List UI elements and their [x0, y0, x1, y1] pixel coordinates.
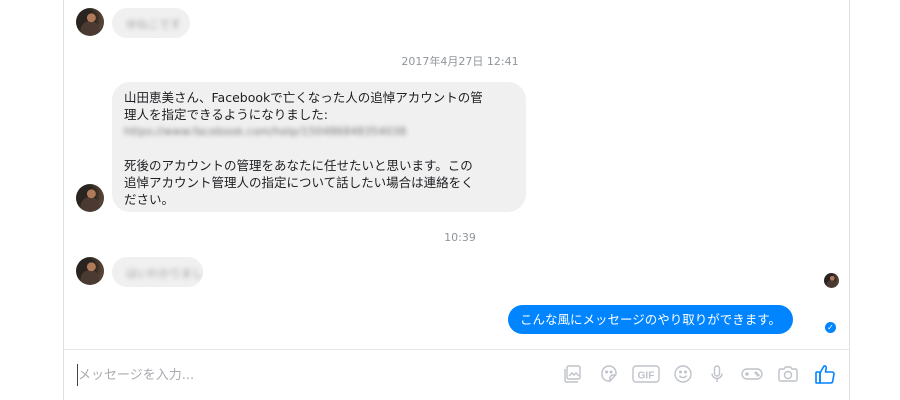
camera-icon[interactable]: [776, 362, 800, 386]
microphone-icon[interactable]: [705, 362, 729, 386]
gif-icon[interactable]: GIF: [632, 362, 660, 386]
incoming-message-bubble: 山田恵美さん、Facebookで亡くなった人の追悼アカウントの管 理人を指定でき…: [112, 82, 526, 212]
delivered-check-icon: ✓: [825, 322, 836, 333]
outgoing-message-text: こんな風にメッセージのやり取りができます。: [520, 312, 782, 327]
like-icon[interactable]: [813, 362, 837, 386]
gif-label: GIF: [638, 371, 655, 382]
message-line: 死後のアカウントの管理をあなたに任せたいと思います。この: [124, 158, 473, 173]
read-receipt-avatar: [824, 273, 839, 288]
timestamp: 10:39: [444, 231, 476, 244]
blurred-message-text: はいわかりました: [126, 267, 203, 280]
message-line: 理人を指定できるようになりました:: [124, 107, 328, 122]
outgoing-message-bubble: こんな風にメッセージのやり取りができます。: [508, 305, 794, 334]
contact-avatar[interactable]: [76, 184, 104, 212]
contact-avatar[interactable]: [76, 8, 104, 36]
blurred-link[interactable]: https://www.facebook.com/help/1504868483…: [124, 123, 514, 140]
timestamp: 2017年4月27日 12:41: [401, 55, 519, 68]
message-line: 山田恵美さん、Facebookで亡くなった人の追悼アカウントの管: [124, 90, 483, 105]
blurred-message-text: ゆねこです: [126, 18, 181, 31]
message-line: ださい。: [124, 192, 175, 207]
emoji-icon[interactable]: [671, 362, 695, 386]
image-icon[interactable]: [561, 362, 585, 386]
game-icon[interactable]: [739, 362, 765, 386]
message-input[interactable]: [77, 364, 408, 386]
message-composer: GIF: [64, 349, 849, 400]
message-line: 追悼アカウント管理人の指定について話したい場合は連絡をく: [124, 175, 474, 190]
contact-avatar[interactable]: [76, 257, 104, 285]
blurred-message-bubble: ゆねこです: [112, 8, 190, 38]
sticker-icon[interactable]: [597, 362, 621, 386]
blurred-message-bubble: はいわかりました: [112, 257, 203, 287]
